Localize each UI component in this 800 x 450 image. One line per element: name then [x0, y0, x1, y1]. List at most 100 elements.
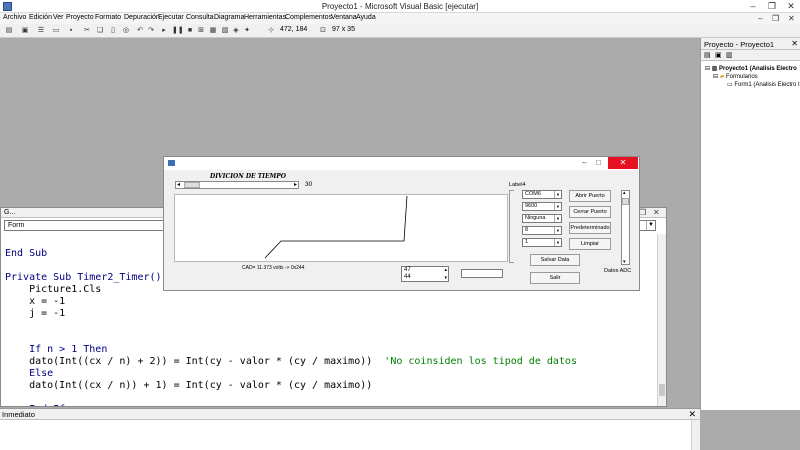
- maximize-icon[interactable]: ❐: [765, 1, 779, 12]
- code-line[interactable]: [5, 392, 645, 404]
- scroll-left-icon[interactable]: ◂: [177, 181, 180, 188]
- parity-combo[interactable]: Ninguna ▼: [522, 214, 562, 223]
- list-scroll-up-icon[interactable]: ▴: [444, 267, 447, 273]
- scroll-thumb[interactable]: [184, 182, 200, 188]
- scroll-up-icon[interactable]: ▴: [623, 190, 626, 196]
- child-minimize-icon[interactable]: –: [758, 14, 762, 23]
- code-line[interactable]: dato(Int((cx / n)) + 1) = Int(cy - valor…: [5, 380, 645, 392]
- stopbits-combo[interactable]: 1 ▼: [522, 238, 562, 247]
- menu-herramientas[interactable]: Herramientas: [244, 14, 286, 21]
- menu-archivo[interactable]: Archivo: [3, 14, 26, 21]
- code-line[interactable]: [5, 332, 645, 344]
- code-line[interactable]: Else: [5, 368, 645, 380]
- project-close-icon[interactable]: ✕: [791, 39, 798, 48]
- toolbox-icon[interactable]: ✦: [242, 26, 252, 36]
- forms-folder-node[interactable]: ⊟ ▰ Formularios: [713, 73, 758, 80]
- menu-ventana[interactable]: Ventana: [331, 14, 357, 21]
- collapse-icon[interactable]: ⊟: [705, 66, 710, 72]
- scroll-thumb[interactable]: [622, 198, 629, 205]
- databits-combo[interactable]: 8 ▼: [522, 226, 562, 235]
- chevron-down-icon[interactable]: ▼: [554, 239, 561, 246]
- code-line[interactable]: End If: [5, 404, 645, 406]
- break-icon[interactable]: ❚❚: [172, 26, 184, 36]
- add-form-icon[interactable]: ▣: [20, 26, 30, 36]
- menu-consulta[interactable]: Consulta: [186, 14, 214, 21]
- code-line[interactable]: If n > 1 Then: [5, 344, 645, 356]
- chevron-down-icon[interactable]: ▼: [554, 191, 561, 198]
- baud-combo[interactable]: 9600 ▼: [522, 202, 562, 211]
- code-close-icon[interactable]: ✕: [653, 208, 660, 217]
- child-restore-icon[interactable]: ❐: [772, 14, 779, 23]
- code-line[interactable]: [5, 320, 645, 332]
- minimize-icon[interactable]: –: [746, 1, 760, 11]
- start-icon[interactable]: ▸: [159, 26, 169, 36]
- menu-ayuda[interactable]: Ayuda: [356, 14, 376, 21]
- paste-icon[interactable]: ▯: [108, 26, 118, 36]
- chevron-down-icon[interactable]: ▼: [554, 203, 561, 210]
- exit-button[interactable]: Salir: [530, 272, 580, 284]
- cut-icon[interactable]: ✂: [82, 26, 92, 36]
- chevron-down-icon[interactable]: ▼: [554, 227, 561, 234]
- form1-label: Form1 (Analisis Electro I: [734, 82, 800, 88]
- add-project-icon[interactable]: ▤: [4, 26, 14, 36]
- scroll-down-icon[interactable]: ▾: [623, 259, 626, 265]
- view-code-icon[interactable]: ▤: [704, 51, 711, 59]
- code-vertical-scrollbar[interactable]: [657, 234, 666, 406]
- form-maximize-icon[interactable]: □: [596, 158, 601, 167]
- redo-icon[interactable]: ↷: [146, 26, 156, 36]
- close-icon[interactable]: ✕: [784, 1, 798, 12]
- menu-formato[interactable]: Formato: [95, 14, 121, 21]
- copy-icon[interactable]: ❏: [95, 26, 105, 36]
- immediate-input[interactable]: [0, 420, 690, 450]
- menu-editor-icon[interactable]: ☰: [36, 26, 46, 36]
- menu-proyecto[interactable]: Proyecto: [66, 14, 94, 21]
- scroll-thumb[interactable]: [659, 384, 665, 396]
- form-layout-icon[interactable]: ▧: [220, 26, 230, 36]
- clear-button[interactable]: Limpiar: [569, 238, 611, 250]
- collapse-icon[interactable]: ⊟: [713, 74, 718, 80]
- adc-vertical-scrollbar[interactable]: ▴ ▾: [621, 190, 630, 265]
- code-line[interactable]: x = -1: [5, 296, 645, 308]
- list-item[interactable]: 47: [404, 267, 411, 274]
- list-scroll-down-icon[interactable]: ▾: [444, 275, 447, 281]
- time-division-scrollbar[interactable]: ◂ ▸: [175, 181, 299, 189]
- object-browser-icon[interactable]: ◈: [231, 26, 241, 36]
- chevron-down-icon[interactable]: ▼: [554, 215, 561, 222]
- list-item[interactable]: 44: [404, 274, 411, 281]
- form1-node[interactable]: ▭ Form1 (Analisis Electro I: [727, 81, 800, 88]
- project-explorer-icon[interactable]: ⊞: [196, 26, 206, 36]
- menu-depuracion[interactable]: Depuración: [124, 14, 160, 21]
- menu-complementos[interactable]: Complementos: [285, 14, 332, 21]
- project-root-node[interactable]: ⊟ ▩ Proyecto1 (Analisis Electro: [705, 65, 797, 72]
- menu-edicion[interactable]: Edición: [29, 14, 52, 21]
- toggle-folders-icon[interactable]: ▥: [726, 51, 733, 59]
- immediate-close-icon[interactable]: ✕: [688, 409, 696, 420]
- immediate-scrollbar[interactable]: [691, 420, 700, 450]
- find-icon[interactable]: ◎: [121, 26, 131, 36]
- form-minimize-icon[interactable]: –: [582, 158, 586, 167]
- close-port-button[interactable]: Cerrar Puerto: [569, 206, 611, 218]
- scroll-right-icon[interactable]: ▸: [294, 181, 297, 188]
- port-combo[interactable]: COM6 ▼: [522, 190, 562, 199]
- default-settings-button[interactable]: Predeterminado: [569, 222, 611, 234]
- properties-icon[interactable]: ▦: [208, 26, 218, 36]
- view-object-icon[interactable]: ▣: [715, 51, 722, 59]
- code-maximize-icon[interactable]: ❐: [639, 208, 646, 217]
- menu-ejecutar[interactable]: Ejecutar: [158, 14, 184, 21]
- save-icon[interactable]: ▪: [66, 26, 76, 36]
- save-data-button[interactable]: Salvar Data: [530, 254, 580, 266]
- data-textbox[interactable]: [461, 269, 503, 278]
- code-line[interactable]: dato(Int((cx / n) + 2)) = Int(cy - valor…: [5, 356, 645, 368]
- menu-ver[interactable]: Ver: [53, 14, 64, 21]
- chevron-down-icon[interactable]: ▼: [646, 221, 655, 230]
- menu-diagrama[interactable]: Diagrama: [214, 14, 244, 21]
- form-close-icon[interactable]: ✕: [608, 157, 638, 169]
- open-port-button[interactable]: Abrir Puerto: [569, 190, 611, 202]
- end-icon[interactable]: ■: [185, 26, 195, 36]
- code-text: Else: [5, 368, 54, 379]
- child-close-icon[interactable]: ✕: [788, 14, 795, 23]
- open-icon[interactable]: ▭: [51, 26, 61, 36]
- adc-listbox[interactable]: 47 44 ▴ ▾: [401, 266, 449, 282]
- undo-icon[interactable]: ↶: [135, 26, 145, 36]
- code-line[interactable]: j = -1: [5, 308, 645, 320]
